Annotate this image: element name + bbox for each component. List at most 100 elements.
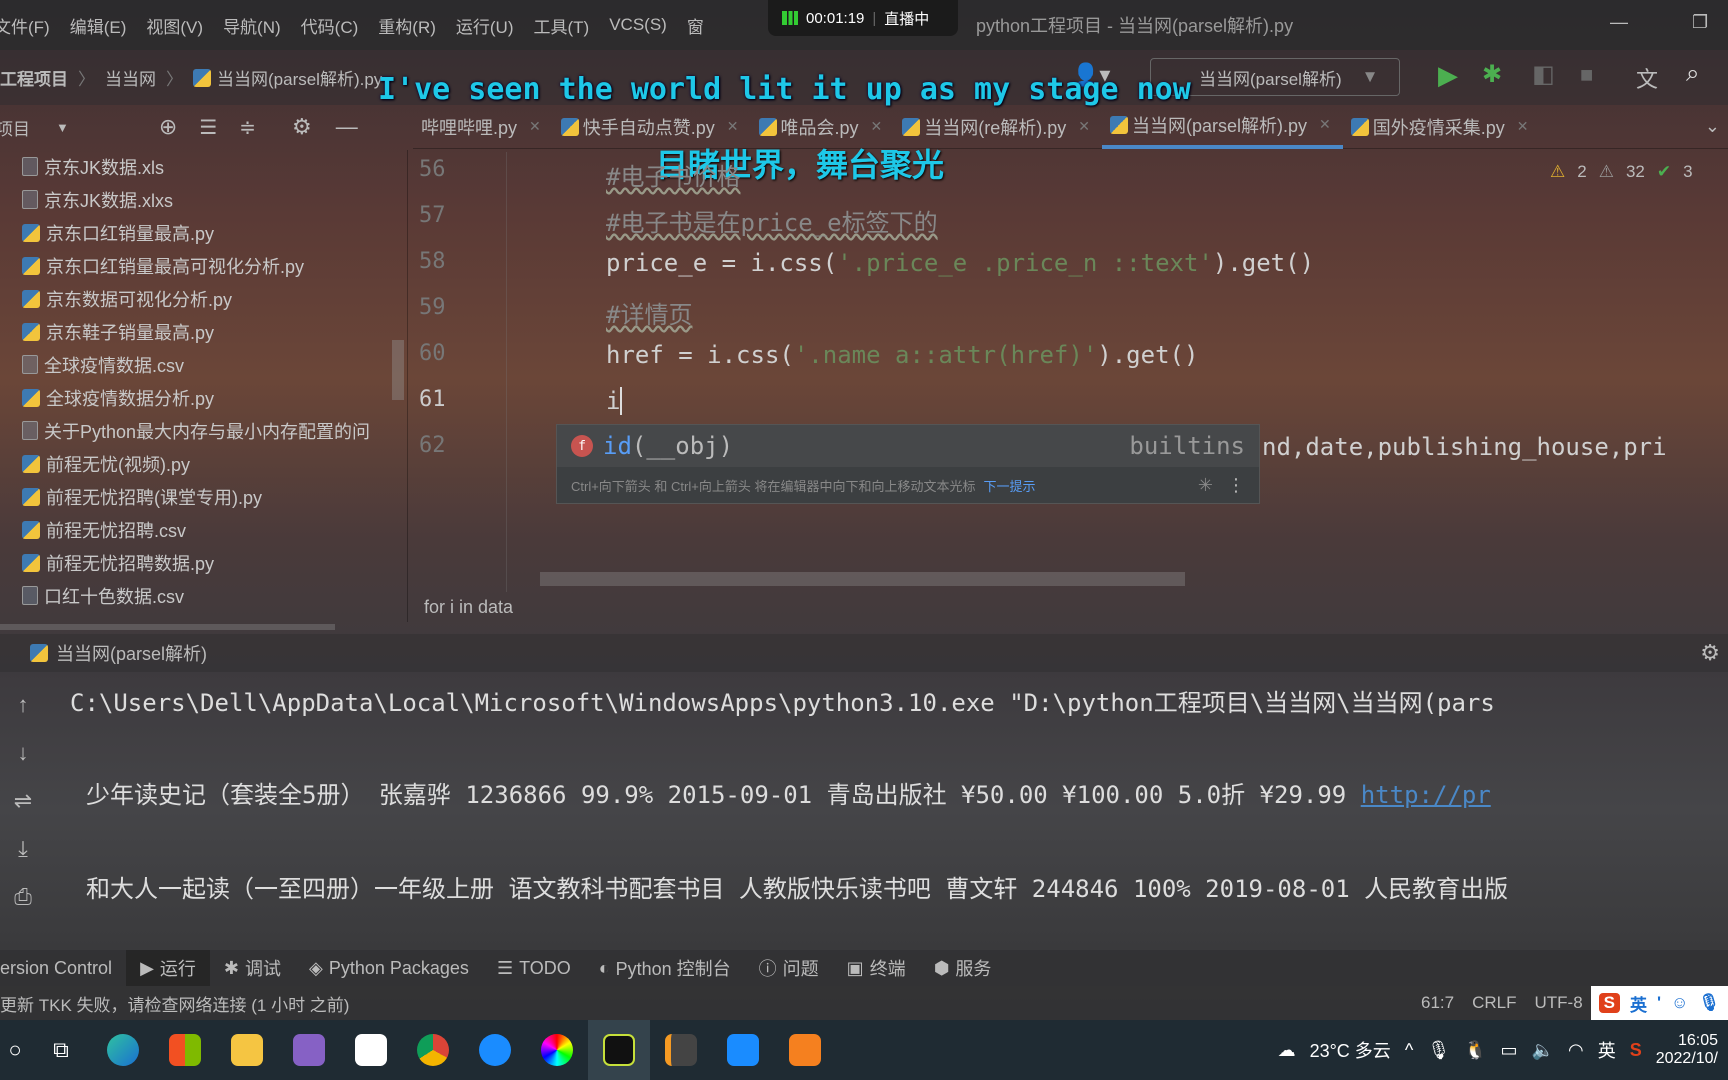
volume-icon[interactable]: 🔈 [1532, 1040, 1554, 1061]
print-icon[interactable]: ⎙ [14, 884, 32, 910]
debug-icon[interactable]: ✱ [1482, 60, 1502, 89]
tool-python-packages[interactable]: ◈ Python Packages [295, 950, 483, 986]
tool-todo[interactable]: ☰ TODO [483, 950, 585, 986]
menu-run[interactable]: 运行(U) [456, 13, 514, 38]
completion-item[interactable]: f id (__obj) builtins [557, 425, 1259, 467]
minimize-button[interactable]: — [1610, 12, 1628, 33]
menu-code[interactable]: 代码(C) [301, 13, 359, 38]
menu-view[interactable]: 视图(V) [146, 13, 203, 38]
tool-run[interactable]: ▶ 运行 [126, 950, 210, 986]
feishu-icon[interactable] [712, 1020, 774, 1080]
tool-services[interactable]: ⬢ 服务 [920, 950, 1006, 986]
tree-item[interactable]: 京东JK数据.xls [0, 150, 407, 183]
tree-item[interactable]: 全球疫情数据分析.py [0, 381, 407, 414]
editor-breadcrumb[interactable]: for i in data [424, 597, 513, 618]
tab-bilibili[interactable]: 哔哩哔哩.py ✕ [413, 105, 553, 149]
store-icon[interactable] [154, 1020, 216, 1080]
code-line[interactable]: #电子书价格 [606, 157, 740, 192]
breadcrumb-file[interactable]: 当当网(parsel解析).py [217, 65, 382, 90]
scroll-end-icon[interactable]: ⤓ [18, 836, 28, 862]
code-line-current[interactable]: i [606, 387, 637, 415]
sogou-icon[interactable]: S [1630, 1040, 1642, 1061]
close-icon[interactable]: ✕ [871, 118, 883, 135]
menu-file[interactable]: 文件(F) [0, 13, 50, 38]
project-panel-title[interactable]: 项目 [0, 115, 30, 140]
stop-icon[interactable]: ■ [1580, 62, 1593, 88]
hide-icon[interactable]: — [336, 114, 358, 140]
pycharm-icon[interactable] [588, 1020, 650, 1080]
weather-text[interactable]: 23°C 多云 [1310, 1037, 1391, 1063]
app-k-icon[interactable] [464, 1020, 526, 1080]
clock[interactable]: 16:05 2022/10/ [1656, 1032, 1718, 1068]
code-line[interactable]: price_e = i.css('.price_e .price_n ::tex… [606, 249, 1314, 277]
tree-scrollbar[interactable] [392, 340, 404, 400]
code-line[interactable]: nd,date,publishing_house,pri [1262, 433, 1667, 461]
line-separator[interactable]: CRLF [1472, 993, 1516, 1013]
ime-toolbar[interactable]: S 英 ' ☺ 🎙 [1590, 986, 1728, 1020]
close-icon[interactable]: ✕ [1078, 118, 1090, 135]
close-icon[interactable]: ✕ [1319, 116, 1331, 133]
tool-debug[interactable]: ✱ 调试 [210, 950, 295, 986]
tree-item[interactable]: 关于Python最大内存与最小内存配置的问 [0, 414, 407, 447]
chrome-icon[interactable] [402, 1020, 464, 1080]
inspection-widget[interactable]: ⚠ 2 ⚠ 32 ✔ 3 [1550, 162, 1693, 182]
menu-navigate[interactable]: 导航(N) [223, 13, 281, 38]
restore-button[interactable]: ❐ [1692, 12, 1708, 33]
file-encoding[interactable]: UTF-8 [1534, 993, 1582, 1013]
editor-hscrollbar[interactable] [540, 572, 1185, 586]
tree-item[interactable]: 京东口红销量最高可视化分析.py [0, 249, 407, 282]
tree-item[interactable]: 京东鞋子销量最高.py [0, 315, 407, 348]
gear-icon[interactable]: ⚙ [292, 114, 312, 140]
run-icon[interactable]: ▶ [1438, 60, 1458, 91]
console-link[interactable]: http://pr [1361, 781, 1491, 809]
menu-vcs[interactable]: VCS(S) [609, 15, 667, 35]
gear-icon[interactable]: ⚙ [1700, 640, 1720, 666]
mic-icon[interactable]: 🎙 [1427, 1040, 1450, 1061]
chevron-down-icon[interactable]: ▼ [56, 120, 69, 135]
tree-item[interactable]: 全球疫情数据.csv [0, 348, 407, 381]
file-explorer-icon[interactable] [216, 1020, 278, 1080]
locate-icon[interactable]: ⊕ [159, 114, 177, 140]
tree-item[interactable]: 前程无忧招聘(课堂专用).py [0, 480, 407, 513]
more-icon[interactable]: ⋮ [1227, 475, 1245, 496]
sublime-icon[interactable] [650, 1020, 712, 1080]
menu-tools[interactable]: 工具(T) [534, 13, 590, 38]
next-tip-link[interactable]: 下一提示 [983, 476, 1035, 495]
expand-all-icon[interactable]: ☰ [199, 115, 217, 140]
tree-item[interactable]: 前程无忧(视频).py [0, 447, 407, 480]
tool-problems[interactable]: ⓘ 问题 [745, 950, 833, 986]
menu-refactor[interactable]: 重构(R) [378, 13, 436, 38]
search-icon[interactable]: ○ [0, 1020, 30, 1080]
edge-icon[interactable] [92, 1020, 154, 1080]
arrow-down-icon[interactable]: ↓ [18, 740, 29, 766]
tree-item[interactable]: 前程无忧招聘.csv [0, 513, 407, 546]
tree-item[interactable]: 前程无忧招聘数据.py [0, 546, 407, 579]
coverage-icon[interactable]: ◧ [1532, 60, 1555, 89]
battery-icon[interactable]: ▭ [1501, 1040, 1518, 1061]
soft-wrap-icon[interactable]: ⇌ [14, 788, 32, 814]
tree-item[interactable]: 京东数据可视化分析.py [0, 282, 407, 315]
tree-item[interactable]: 京东JK数据.xlxs [0, 183, 407, 216]
status-message[interactable]: 更新 TKK 失败，请检查网络连接 (1 小时 之前) [0, 991, 349, 1016]
qq-icon[interactable]: 🐧 [1464, 1040, 1486, 1061]
code-line[interactable]: #电子书是在price_e标签下的 [606, 203, 938, 238]
input-language[interactable]: 英 [1598, 1037, 1616, 1063]
code-line[interactable]: href = i.css('.name a::attr(href)').get(… [606, 341, 1198, 369]
tab-foreign-epidemic[interactable]: 国外疫情采集.py ✕ [1343, 105, 1541, 149]
code-line[interactable]: #详情页 [606, 295, 692, 330]
tool-terminal[interactable]: ▣ 终端 [833, 950, 920, 986]
app-p-icon[interactable] [340, 1020, 402, 1080]
breadcrumb-project[interactable]: 工程项目 [0, 65, 68, 90]
chevron-up-icon[interactable]: ^ [1405, 1040, 1413, 1061]
live-app-icon[interactable] [774, 1020, 836, 1080]
tree-hscrollbar[interactable] [0, 624, 335, 630]
tree-item[interactable]: 京东口红销量最高.py [0, 216, 407, 249]
tool-version-control[interactable]: ersion Control [0, 950, 126, 986]
wifi-icon[interactable]: ◠ [1568, 1040, 1584, 1061]
breadcrumb-folder[interactable]: 当当网 [105, 65, 156, 90]
run-tab[interactable]: 当当网(parsel解析) [56, 640, 207, 666]
menu-edit[interactable]: 编辑(E) [70, 13, 127, 38]
caret-position[interactable]: 61:7 [1421, 993, 1454, 1013]
task-view-icon[interactable]: ⧉ [30, 1020, 92, 1080]
arrow-up-icon[interactable]: ↑ [18, 692, 29, 718]
